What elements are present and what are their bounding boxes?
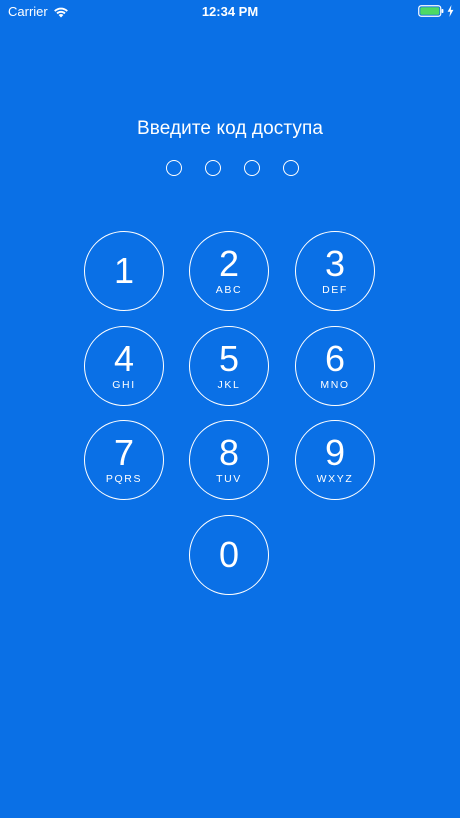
key-digit: 4	[113, 338, 135, 379]
key-6[interactable]: 6 MNO	[295, 326, 375, 406]
key-3[interactable]: 3 DEF	[295, 231, 375, 311]
key-digit: 9	[324, 432, 346, 473]
key-digit: 3	[324, 243, 346, 284]
key-digit: 6	[324, 338, 346, 379]
numeric-keypad: 1 2 ABC 3 DEF 4 GHI 5 JKL 6 MNO 7 PQRS 8…	[0, 0, 460, 818]
key-2[interactable]: 2 ABC	[189, 231, 269, 311]
key-0[interactable]: 0	[189, 515, 269, 595]
key-digit: 1	[113, 250, 135, 291]
key-letters: TUV	[216, 473, 242, 485]
key-letters: ABC	[215, 284, 243, 296]
key-letters: GHI	[112, 379, 136, 391]
key-8[interactable]: 8 TUV	[189, 420, 269, 500]
key-7[interactable]: 7 PQRS	[84, 420, 164, 500]
key-5[interactable]: 5 JKL	[189, 326, 269, 406]
key-1[interactable]: 1	[84, 231, 164, 311]
key-digit: 8	[218, 432, 240, 473]
key-digit: 2	[218, 243, 240, 284]
key-letters: WXYZ	[316, 473, 354, 485]
key-letters: PQRS	[105, 473, 143, 485]
key-digit: 5	[218, 338, 240, 379]
key-9[interactable]: 9 WXYZ	[295, 420, 375, 500]
key-digit: 0	[218, 534, 240, 575]
key-letters: MNO	[320, 379, 350, 391]
key-letters: DEF	[322, 284, 348, 296]
key-digit: 7	[113, 432, 135, 473]
key-letters: JKL	[217, 379, 241, 391]
key-4[interactable]: 4 GHI	[84, 326, 164, 406]
